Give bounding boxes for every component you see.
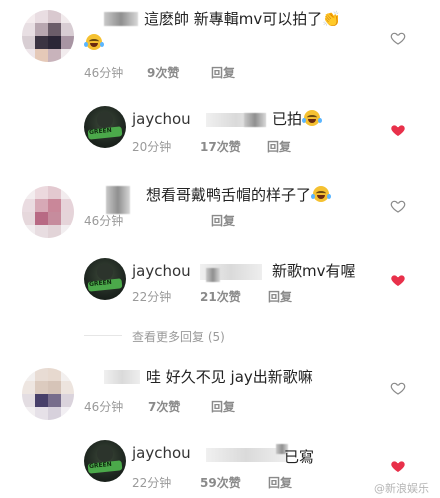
like-count: 21次赞: [200, 290, 241, 304]
reply-button[interactable]: 回复: [211, 212, 235, 229]
heart-filled-icon[interactable]: [390, 122, 406, 138]
reply-username[interactable]: jaychou: [132, 262, 191, 280]
comment-thread: 這麽帥 新專輯mv可以拍了👏 46分钟 9次赞 回复 GREEN jaychou…: [0, 0, 440, 498]
laughing-emoji: [302, 110, 323, 126]
blurred-mention: [206, 448, 286, 462]
watermark: @新浪娱乐: [374, 482, 429, 495]
comment-text: 想看哥戴鸭舌帽的样子了: [146, 184, 332, 205]
clap-emoji: 👏: [322, 10, 341, 28]
like-count: 7次赞: [148, 400, 181, 414]
blurred-username: [104, 12, 138, 26]
comment-time: 46分钟: [84, 66, 124, 80]
jaychou-avatar[interactable]: GREEN: [84, 440, 126, 482]
blurred-username: [106, 186, 130, 214]
heart-outline-icon[interactable]: [390, 198, 406, 214]
heart-outline-icon[interactable]: [390, 30, 406, 46]
reply-button[interactable]: 回复: [268, 288, 292, 305]
reply-button[interactable]: 回复: [267, 138, 291, 155]
reply-text: 已寫: [284, 448, 315, 466]
reply-text: 新歌mv有喔: [272, 262, 356, 280]
comment-text: 哇 好久不见 jay出新歌嘛: [146, 368, 313, 386]
view-more-replies[interactable]: 查看更多回复 (5): [132, 328, 225, 345]
comment-3: 哇 好久不见 jay出新歌嘛 46分钟 7次赞 回复: [0, 358, 440, 422]
blurred-username: [104, 370, 140, 384]
reply-username[interactable]: jaychou: [132, 110, 191, 128]
reply-button[interactable]: 回复: [268, 474, 292, 491]
heart-filled-icon[interactable]: [390, 272, 406, 288]
comment-1: 這麽帥 新專輯mv可以拍了👏 46分钟 9次赞 回复: [0, 0, 440, 92]
heart-outline-icon[interactable]: [390, 380, 406, 396]
comment-2: 想看哥戴鸭舌帽的样子了 46分钟 回复: [0, 178, 440, 242]
laughing-emoji: [84, 34, 104, 50]
heart-filled-icon[interactable]: [390, 458, 406, 474]
divider: [84, 335, 122, 336]
reply-2: GREEN jaychou 新歌mv有喔 22分钟 21次赞 回复: [0, 254, 440, 324]
comment-time: 46分钟: [84, 400, 124, 414]
comment-text: 這麽帥 新專輯mv可以拍了👏: [144, 10, 341, 28]
jaychou-avatar[interactable]: GREEN: [84, 258, 126, 300]
like-count: 9次赞: [147, 66, 180, 80]
like-count: 59次赞: [200, 476, 241, 490]
jaychou-avatar[interactable]: GREEN: [84, 106, 126, 148]
emoji-line: [84, 34, 104, 52]
comment-time: 46分钟: [84, 214, 124, 228]
user-avatar[interactable]: [22, 368, 74, 420]
blurred-mention-dark: [244, 113, 266, 127]
reply-button[interactable]: 回复: [211, 398, 235, 415]
reply-button[interactable]: 回复: [211, 64, 235, 81]
like-count: 17次赞: [200, 140, 241, 154]
reply-text: 已拍: [272, 108, 323, 129]
more-replies-row: 查看更多回复 (5): [0, 324, 440, 348]
reply-time: 20分钟: [132, 140, 172, 154]
reply-1: GREEN jaychou 已拍 20分钟 17次赞 回复: [0, 96, 440, 166]
blurred-mention-dark: [206, 268, 220, 282]
reply-username[interactable]: jaychou: [132, 444, 191, 462]
reply-time: 22分钟: [132, 290, 172, 304]
user-avatar[interactable]: [22, 186, 74, 238]
reply-time: 22分钟: [132, 476, 172, 490]
laughing-emoji: [311, 186, 332, 202]
user-avatar[interactable]: [22, 10, 74, 62]
